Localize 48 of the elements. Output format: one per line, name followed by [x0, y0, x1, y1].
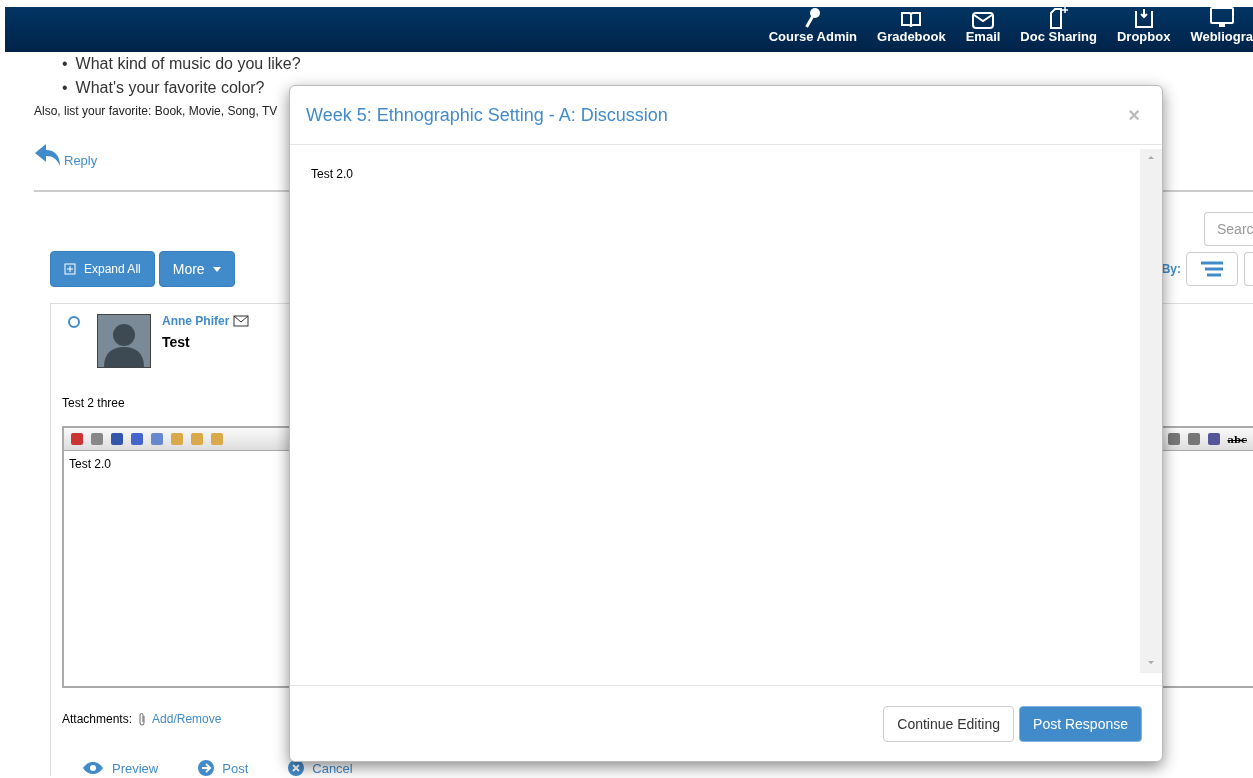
- editor-text: Test 2.0: [68, 456, 113, 473]
- search-field[interactable]: Searc: [1204, 212, 1253, 246]
- preview-text: Test 2.0: [311, 166, 355, 183]
- post-response-button[interactable]: Post Response: [1019, 705, 1142, 742]
- add-remove-link[interactable]: Add/Remove: [152, 712, 222, 726]
- action-link[interactable]: Preview: [82, 760, 159, 776]
- tray-download-icon: [1133, 7, 1154, 29]
- sort-button[interactable]: [1186, 252, 1238, 286]
- strikethrough-button[interactable]: abc: [1227, 433, 1247, 445]
- bullet-item: What's your favorite color?: [75, 78, 265, 98]
- prompt-text: Also, list your favorite: Book, Movie, Song, TV: [34, 104, 278, 118]
- post-title: Test: [162, 334, 191, 350]
- attachments-label: Attachments:: [62, 712, 133, 726]
- eye-icon: [82, 761, 104, 775]
- paperclip-icon: [138, 712, 147, 726]
- nav-link[interactable]: Email: [955, 12, 1011, 44]
- dialog-title: Week 5: Ethnographic Setting - A: Discussion: [306, 104, 668, 126]
- monitor-icon: [1209, 7, 1234, 29]
- caret-icon: [212, 266, 221, 272]
- more-button[interactable]: More: [158, 251, 235, 287]
- bullet-marker: •: [62, 54, 68, 74]
- person-silhouette-icon: [102, 321, 146, 367]
- bullet-marker: •: [62, 78, 68, 98]
- action-link[interactable]: Post: [198, 760, 249, 776]
- lines-icon: [1200, 261, 1224, 277]
- book-icon: [900, 11, 923, 29]
- nav-link[interactable]: Webliogra: [1180, 7, 1253, 44]
- post-body: Test 2 three: [62, 396, 126, 410]
- expand-all-button[interactable]: Expand All: [50, 251, 155, 287]
- continue-editing-button[interactable]: Continue Editing: [883, 705, 1015, 742]
- sort-label: By:: [1161, 262, 1181, 276]
- document-plus-icon: [1048, 7, 1069, 29]
- nav-link[interactable]: Gradebook: [867, 11, 956, 44]
- nav-link[interactable]: Dropbox: [1106, 7, 1181, 44]
- reply-link[interactable]: Reply: [34, 142, 98, 168]
- scrollbar-drawing[interactable]: [1140, 149, 1162, 673]
- plus-square-icon: [64, 263, 76, 275]
- status-circle: [68, 316, 80, 328]
- nav-link[interactable]: Doc Sharing: [1010, 7, 1107, 44]
- action-link[interactable]: Cancel: [288, 760, 353, 776]
- arrow-circle-icon: [198, 760, 215, 776]
- envelope-icon: [233, 315, 250, 327]
- author-link[interactable]: Anne Phifer: [162, 314, 250, 328]
- nav-link[interactable]: Course Admin: [758, 7, 868, 44]
- bullet-item: What kind of music do you like?: [75, 54, 301, 74]
- reply-arrow-icon: [34, 142, 62, 168]
- key-icon: [804, 7, 821, 29]
- envelope-icon: [972, 12, 994, 29]
